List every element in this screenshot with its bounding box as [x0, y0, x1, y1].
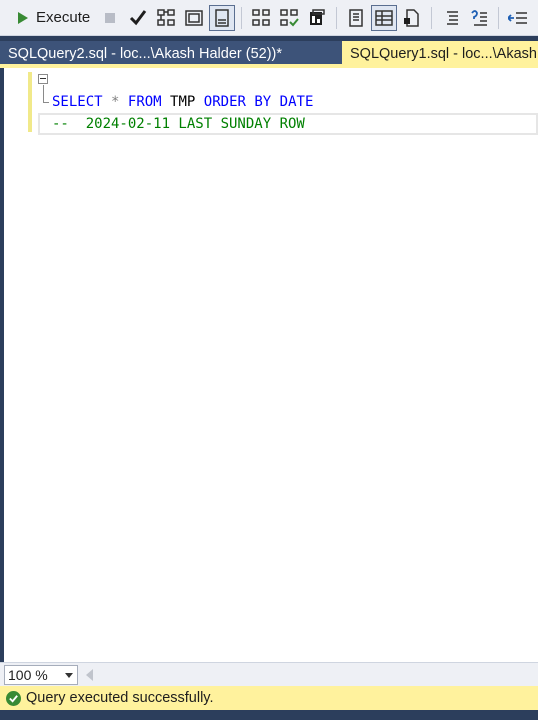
results-to-file-button[interactable] [399, 5, 425, 31]
success-check-icon [6, 690, 21, 706]
scroll-left-icon[interactable] [86, 669, 93, 681]
parse-button[interactable] [125, 5, 151, 31]
editor-bottom-strip: 100 % [0, 662, 538, 686]
execute-button[interactable]: Execute [12, 5, 96, 31]
operator-star: * [111, 94, 120, 110]
live-query-statistics-button[interactable] [276, 5, 302, 31]
stop-button[interactable] [97, 5, 123, 31]
zoom-value: 100 % [8, 667, 48, 683]
results-to-grid-icon [375, 9, 393, 26]
stop-icon [105, 12, 116, 23]
toolbar-separator [498, 6, 500, 29]
client-statistics-button[interactable] [304, 5, 330, 31]
zoom-dropdown[interactable]: 100 % [4, 665, 78, 685]
execute-play-icon [18, 11, 28, 24]
comment-lines-button[interactable] [438, 5, 464, 31]
code-line-1: SELECT * FROM TMP ORDER BY DATE [38, 69, 313, 110]
results-to-file-icon [404, 8, 419, 27]
execute-label: Execute [36, 9, 91, 26]
query-editor[interactable]: SELECT * FROM TMP ORDER BY DATE -- 2024-… [0, 68, 538, 662]
query-status-bar: Query executed successfully. [0, 686, 538, 710]
uncomment-lines-button[interactable] [466, 5, 492, 31]
query-designer-icon [185, 9, 203, 26]
keyword-date: DATE [279, 94, 314, 110]
live-stats-icon [280, 8, 299, 26]
window-bottom-edge [0, 710, 538, 720]
change-tracking-bar [28, 72, 32, 132]
parse-check-icon [130, 9, 147, 25]
results-to-text-button[interactable] [343, 5, 369, 31]
code-line-2: -- 2024-02-11 LAST SUNDAY ROW [38, 91, 305, 132]
status-message: Query executed successfully. [26, 690, 214, 706]
results-to-grid-button[interactable] [371, 4, 398, 31]
outdent-icon [508, 11, 528, 24]
toolbar-separator [336, 6, 338, 29]
editor-gutter [4, 68, 28, 662]
decrease-indent-button[interactable] [505, 5, 531, 31]
comment-icon [447, 10, 459, 25]
toolbar-separator [431, 6, 433, 29]
keyword-from: FROM [127, 94, 162, 110]
table-identifier: TMP [170, 94, 196, 110]
query-toolbar: Execute [0, 0, 538, 36]
keyword-order-by: ORDER BY [203, 94, 272, 110]
code-area[interactable]: SELECT * FROM TMP ORDER BY DATE -- 2024-… [38, 68, 538, 662]
include-actual-plan-button[interactable] [248, 5, 274, 31]
display-estimated-plan-button[interactable] [153, 5, 179, 31]
client-stats-icon [310, 8, 325, 25]
include-plan-icon [252, 8, 270, 26]
results-to-grid-toggle-button[interactable] [209, 4, 236, 31]
estimated-plan-icon [157, 8, 175, 26]
results-to-text-icon [349, 8, 363, 27]
uncomment-icon [471, 9, 488, 26]
results-to-grid-toggle-icon [215, 8, 229, 27]
toolbar-separator [241, 6, 243, 29]
query-designer-button[interactable] [181, 5, 207, 31]
chevron-down-icon [65, 673, 73, 678]
current-line-highlight [38, 113, 538, 135]
